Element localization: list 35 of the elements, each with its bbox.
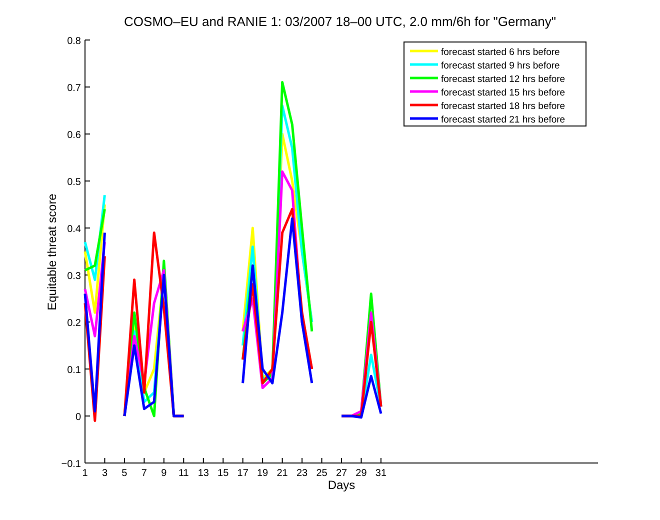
legend-label: forecast started 15 hrs before <box>441 88 566 98</box>
y-tick-label: 0.1 <box>67 365 81 376</box>
x-tick-label: 13 <box>198 468 209 479</box>
y-tick-label: 0.7 <box>67 83 81 94</box>
y-tick-label: 0 <box>75 412 81 423</box>
x-tick-label: 15 <box>218 468 229 479</box>
y-axis-label: Equitable threat score <box>45 194 59 310</box>
y-tick-label: 0.6 <box>67 130 81 141</box>
y-tick-label: 0.4 <box>67 224 81 235</box>
legend-label: forecast started 12 hrs before <box>441 74 566 85</box>
x-tick-label: 31 <box>375 468 387 479</box>
y-tick-label: 0.5 <box>67 177 81 188</box>
legend-label: forecast started 21 hrs before <box>441 114 566 126</box>
x-tick-label: 21 <box>276 468 288 479</box>
x-tick-label: 9 <box>161 468 167 479</box>
chart-title: COSMO–EU and RANIE 1: 03/2007 18–00 UTC, 2.0 mm/6h for "Germany" <box>124 14 556 29</box>
legend-label: forecast started 6 hrs before <box>441 47 560 58</box>
x-tick-label: 11 <box>178 468 189 479</box>
x-axis-label: Days <box>328 478 356 492</box>
x-tick-label: 25 <box>316 468 328 479</box>
legend-label: forecast started 18 hrs before <box>441 101 566 112</box>
x-tick-label: 23 <box>296 468 308 479</box>
x-tick-label: 1 <box>82 468 88 479</box>
x-tick-label: 5 <box>122 468 128 479</box>
legend-label: forecast started 9 hrs before <box>441 60 560 72</box>
x-tick-label: 29 <box>356 468 367 479</box>
y-tick-label: −0.1 <box>61 459 81 470</box>
x-tick-label: 27 <box>336 468 348 479</box>
x-tick-label: 3 <box>102 468 108 479</box>
y-tick-label: 0.2 <box>67 318 81 329</box>
x-tick-label: 19 <box>257 468 268 479</box>
x-tick-label: 17 <box>237 468 248 479</box>
y-tick-label: 0.8 <box>67 36 81 47</box>
y-tick-label: 0.3 <box>67 271 81 282</box>
x-tick-label: 7 <box>141 468 147 479</box>
